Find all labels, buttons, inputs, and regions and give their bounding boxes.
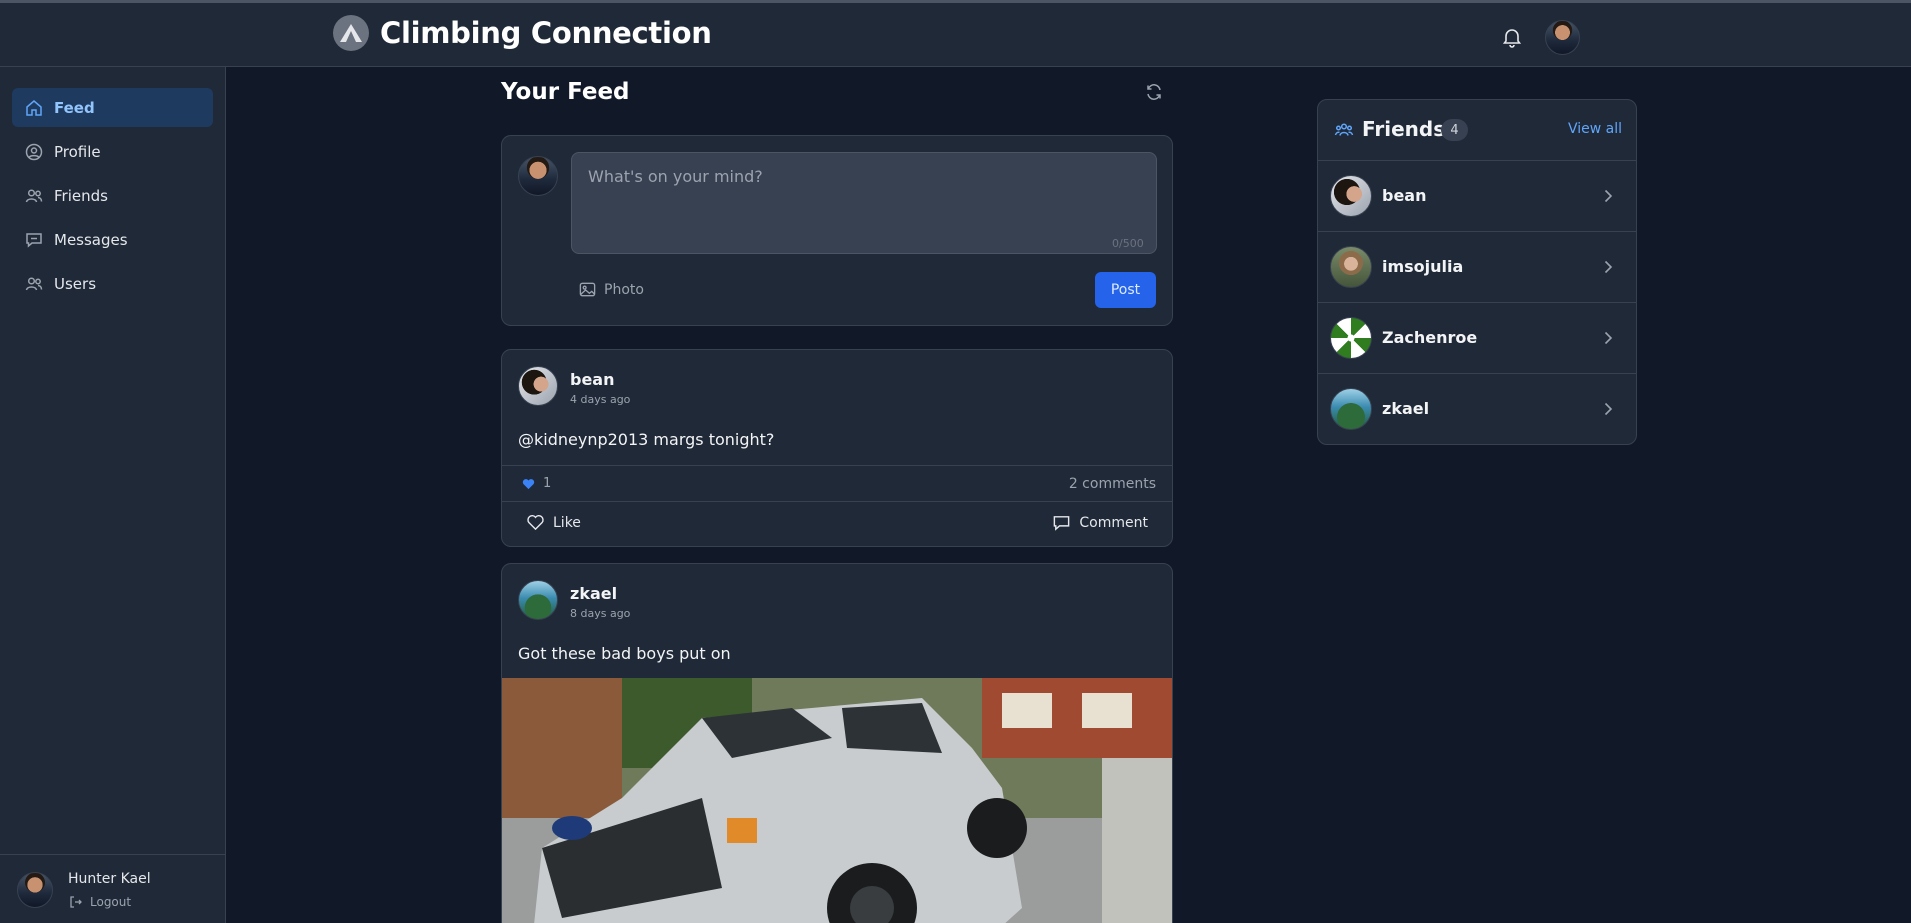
post-timestamp: 8 days ago [570, 607, 631, 620]
mountain-logo-icon [333, 15, 369, 51]
sidebar-item-label: Messages [54, 230, 128, 249]
avatar[interactable] [17, 872, 53, 908]
users-icon [24, 274, 44, 294]
user-circle-icon [24, 142, 44, 162]
logout-label: Logout [90, 895, 132, 909]
friend-name: Zachenroe [1382, 328, 1478, 347]
like-count: 1 [522, 476, 551, 491]
heart-filled-icon [522, 478, 535, 490]
chat-icon [24, 230, 44, 250]
post-text: @kidneynp2013 margs tonight? [518, 430, 775, 449]
image-icon [578, 280, 597, 299]
heart-icon [526, 514, 545, 531]
post-text: Got these bad boys put on [518, 644, 731, 663]
sidebar-item-messages[interactable]: Messages [12, 220, 213, 259]
friend-row[interactable]: bean [1318, 161, 1636, 232]
sidebar-item-feed[interactable]: Feed [12, 88, 213, 127]
users-icon [24, 186, 44, 206]
avatar[interactable] [518, 366, 558, 406]
notifications-bell-icon[interactable] [1500, 25, 1524, 49]
photo-label: Photo [604, 281, 644, 298]
user-avatar[interactable] [1545, 20, 1580, 55]
char-count: 0/500 [1112, 237, 1144, 250]
comment-count[interactable]: 2 comments [1069, 476, 1156, 492]
sidebar-item-profile[interactable]: Profile [12, 132, 213, 171]
post-image[interactable] [502, 678, 1172, 923]
logout-button[interactable]: Logout [68, 894, 131, 910]
post-author[interactable]: zkael [570, 584, 617, 603]
avatar[interactable] [518, 580, 558, 620]
avatar [518, 156, 558, 196]
chevron-right-icon [1600, 259, 1616, 275]
chevron-right-icon [1600, 401, 1616, 417]
friends-count-badge: 4 [1441, 119, 1468, 141]
sidebar-item-users[interactable]: Users [12, 264, 213, 303]
friend-row[interactable]: imsojulia [1318, 232, 1636, 303]
post-composer: 0/500 Photo Post [501, 135, 1173, 326]
brand[interactable]: Climbing Connection [333, 15, 712, 51]
like-button[interactable]: Like [526, 514, 581, 531]
friend-name: zkael [1382, 399, 1430, 418]
avatar [1330, 175, 1372, 217]
logout-icon [68, 894, 84, 910]
photo-button[interactable]: Photo [578, 280, 644, 299]
friend-name: bean [1382, 186, 1427, 205]
sidebar-item-label: Users [54, 274, 97, 293]
comment-label: Comment [1079, 515, 1148, 531]
sidebar-footer [0, 854, 226, 923]
sidebar-item-label: Profile [54, 142, 101, 161]
home-icon [24, 98, 44, 118]
friends-panel: Friends 4 View all bean imsojulia Zachen… [1317, 99, 1637, 445]
like-label: Like [553, 514, 581, 531]
sidebar: Feed Profile Friends Messages Users Hunt… [0, 67, 226, 923]
post-author[interactable]: bean [570, 370, 615, 389]
friend-row[interactable]: zkael [1318, 374, 1636, 444]
post-input[interactable] [571, 152, 1157, 254]
current-user-name: Hunter Kael [68, 871, 151, 887]
post-timestamp: 4 days ago [570, 393, 631, 406]
post-stats: 1 2 comments [502, 465, 1172, 502]
avatar [1330, 317, 1372, 359]
sidebar-item-label: Friends [54, 186, 108, 205]
sidebar-item-label: Feed [54, 98, 95, 117]
view-all-link[interactable]: View all [1568, 121, 1622, 137]
comment-button[interactable]: Comment [1052, 514, 1148, 532]
avatar [1330, 246, 1372, 288]
users-icon [1334, 120, 1354, 140]
friend-row[interactable]: Zachenroe [1318, 303, 1636, 374]
post-card: zkael 8 days ago Got these bad boys put … [501, 563, 1173, 923]
chevron-right-icon [1600, 188, 1616, 204]
friend-name: imsojulia [1382, 257, 1464, 276]
sidebar-item-friends[interactable]: Friends [12, 176, 213, 215]
comment-icon [1052, 514, 1071, 532]
chevron-right-icon [1600, 330, 1616, 346]
top-bar: Climbing Connection [0, 0, 1911, 67]
refresh-icon[interactable] [1144, 82, 1164, 102]
friends-title: Friends [1362, 117, 1446, 141]
avatar [1330, 388, 1372, 430]
app-title: Climbing Connection [380, 16, 712, 50]
like-count-value: 1 [543, 476, 552, 491]
post-card: bean 4 days ago @kidneynp2013 margs toni… [501, 349, 1173, 547]
friends-panel-header: Friends 4 View all [1318, 100, 1636, 161]
post-button[interactable]: Post [1095, 272, 1156, 308]
page-title: Your Feed [501, 79, 630, 105]
